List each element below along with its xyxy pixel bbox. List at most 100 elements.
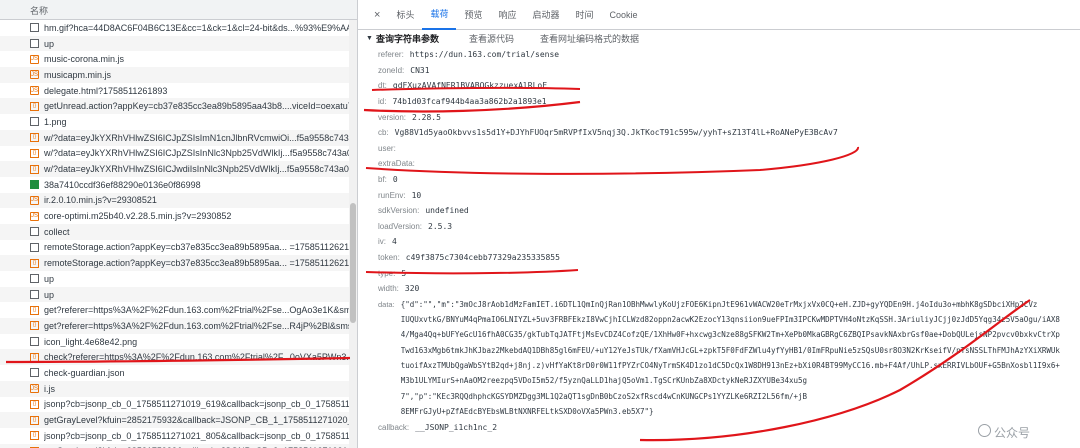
request-row[interactable]: JS delegate.html?1758511261893 bbox=[0, 83, 357, 99]
request-row[interactable]: 1.png bbox=[0, 114, 357, 130]
tab-3[interactable]: 响应 bbox=[490, 0, 524, 30]
request-row[interactable]: {} w/?data=eyJkYXRhVHlwZSI6ICJpZSIsImN1cn… bbox=[0, 129, 357, 146]
request-name: getGrayLevel?kfuin=2852175932&callback=J… bbox=[44, 415, 357, 426]
request-name: ir.2.0.10.min.js?v=29308521 bbox=[44, 195, 157, 206]
img-type-icon bbox=[30, 180, 39, 190]
param-row: user: bbox=[366, 141, 1080, 157]
request-name: w/?data=eyJkYXRhVHlwZSI6ICJpZSIsInNlc3Np… bbox=[44, 148, 357, 159]
request-row[interactable]: remoteStorage.action?appKey=cb37e835cc3e… bbox=[0, 240, 357, 256]
param-key: user: bbox=[378, 143, 396, 153]
request-name: w/?data=eyJkYXRhVHlwZSI6ICJwdiIsInNlc3Np… bbox=[44, 164, 357, 175]
param-row: type: 5 bbox=[366, 265, 1080, 281]
xhr-type-icon: {} bbox=[30, 133, 39, 143]
close-icon[interactable]: × bbox=[366, 9, 388, 21]
request-row[interactable]: {}getGrayLevel?kfuin=2852175932&callback… bbox=[0, 443, 357, 448]
param-value: c49f3875c7304cebb77329a235335855 bbox=[405, 253, 560, 263]
request-row[interactable]: {} check?referer=https%3A%2F%2Fdun.163.co… bbox=[0, 349, 357, 366]
request-list-scrollbar[interactable] bbox=[349, 20, 357, 448]
param-value: __JSONP_i1ch1nc_2 bbox=[415, 422, 498, 432]
request-row[interactable]: icon_light.4e68e42.png bbox=[0, 334, 357, 350]
request-row[interactable]: 38a7410ccdf36ef88290e0136e0f86998 bbox=[0, 177, 357, 193]
request-row[interactable]: JS i.js bbox=[0, 380, 357, 397]
request-row[interactable]: {} remoteStorage.action?appKey=cb37e835cc… bbox=[0, 255, 357, 271]
param-key: extraData: bbox=[378, 159, 415, 169]
query-params-section-header[interactable]: ▼ 查询字符串参数 查看源代码 查看网址编码格式的数据 bbox=[366, 30, 1080, 47]
param-value: gdFXuzAVAfNER1BVABQGkzzuexAlRLoF bbox=[392, 81, 548, 91]
xhr-type-icon: {} bbox=[30, 258, 39, 268]
tab-6[interactable]: Cookie bbox=[602, 0, 646, 30]
request-row[interactable]: {} get?referer=https%3A%2F%2Fdun.163.com%… bbox=[0, 318, 357, 334]
request-row[interactable]: up bbox=[0, 35, 357, 52]
request-row[interactable]: JS ir.2.0.10.min.js?v=29308521 bbox=[0, 192, 357, 209]
request-row[interactable]: collect bbox=[0, 223, 357, 240]
request-row[interactable]: {} jsonp?cb=jsonp_cb_0_1758511271021_805&… bbox=[0, 428, 357, 444]
request-row[interactable]: {}getGrayLevel?kfuin=2852175932&callback… bbox=[0, 412, 357, 428]
request-row[interactable]: JS musicapm.min.js bbox=[0, 67, 357, 83]
expand-triangle-icon[interactable]: ▼ bbox=[366, 35, 373, 42]
request-row[interactable]: hm.gif?hca=44D8AC6F04B6C13E&cc=1&ck=1&cl… bbox=[0, 20, 357, 36]
param-list: referer: https://dun.163.com/trial/sense z… bbox=[366, 47, 1080, 297]
request-name: 38a7410ccdf36ef88290e0136e0f86998 bbox=[44, 179, 201, 190]
param-value: 4 bbox=[392, 237, 397, 247]
request-list-header[interactable]: 名称 bbox=[0, 0, 357, 20]
request-name: musicapm.min.js bbox=[44, 69, 112, 80]
request-row[interactable]: {} w/?data=eyJkYXRhVHlwZSI6ICJpZSIsInNlc3… bbox=[0, 146, 357, 162]
request-name: remoteStorage.action?appKey=cb37e835cc3e… bbox=[44, 258, 357, 269]
view-decoded-link[interactable]: 查看网址编码格式的数据 bbox=[540, 32, 639, 45]
request-row[interactable]: JS core-optimi.m25b40.v2.28.5.min.js?v=29… bbox=[0, 208, 357, 224]
scroll-thumb[interactable] bbox=[350, 203, 356, 323]
tab-0[interactable]: 标头 bbox=[388, 0, 422, 30]
request-row[interactable]: {} get?referer=https%3A%2F%2Fdun.163.com%… bbox=[0, 302, 357, 318]
param-value: 320 bbox=[404, 284, 420, 294]
param-row: iv: 4 bbox=[366, 234, 1080, 250]
data-line: 7","p":"KEc3RQQdhphcKGSYDMZDgg3ML1Q2aQT1… bbox=[400, 391, 808, 401]
request-row[interactable]: up bbox=[0, 271, 357, 287]
request-rows: hm.gif?hca=44D8AC6F04B6C13E&cc=1&ck=1&cl… bbox=[0, 20, 357, 448]
param-key: runEnv: bbox=[378, 190, 406, 200]
request-row[interactable]: JS music-corona.min.js bbox=[0, 51, 357, 67]
request-row[interactable]: up bbox=[0, 286, 357, 303]
param-key: id: bbox=[378, 97, 387, 107]
detail-panel: × 标头 载荷 预览 响应 启动器 时间 Cookie ▼ 查询字符串参数 查看源代码 查看… bbox=[358, 0, 1080, 448]
param-key: token: bbox=[378, 253, 400, 263]
request-name: jsonp?cb=jsonp_cb_0_1758511271021_805&ca… bbox=[44, 430, 357, 441]
param-key: width: bbox=[378, 284, 399, 294]
param-key: zoneId: bbox=[378, 65, 405, 75]
xhr-type-icon: {} bbox=[30, 305, 39, 315]
request-name: 1.png bbox=[44, 116, 67, 127]
script-type-icon: JS bbox=[30, 195, 39, 205]
param-row: sdkVersion: undefined bbox=[366, 203, 1080, 219]
request-name: hm.gif?hca=44D8AC6F04B6C13E&cc=1&ck=1&cl… bbox=[44, 22, 357, 33]
detail-tabs: × 标头 载荷 预览 响应 启动器 时间 Cookie bbox=[358, 0, 1080, 30]
tab-list: 标头 载荷 预览 响应 启动器 时间 Cookie bbox=[388, 0, 645, 30]
param-row: token: c49f3875c7304cebb77329a235335855 bbox=[366, 250, 1080, 266]
xhr-type-icon: {} bbox=[30, 321, 39, 331]
xhr-type-icon: {} bbox=[30, 399, 39, 409]
request-name: core-optimi.m25b40.v2.28.5.min.js?v=2930… bbox=[44, 211, 232, 222]
param-key: bf: bbox=[378, 175, 387, 185]
request-row[interactable]: {} jsonp?cb=jsonp_cb_0_1758511271019_619&… bbox=[0, 397, 357, 413]
xhr-type-icon: {} bbox=[30, 148, 39, 158]
request-row[interactable]: check-guardian.json bbox=[0, 365, 357, 381]
param-row: dt: gdFXuzAVAfNER1BVABQGkzzuexAlRLoF bbox=[366, 78, 1080, 94]
param-value: undefined bbox=[425, 206, 469, 216]
param-value: 74b1d03fcaf944b4aa3a862b2a1893e1 bbox=[392, 97, 547, 107]
param-row: zoneId: CN31 bbox=[366, 63, 1080, 79]
tab-5[interactable]: 时间 bbox=[568, 0, 602, 30]
param-value: https://dun.163.com/trial/sense bbox=[409, 50, 560, 60]
request-row[interactable]: {} getUnread.action?appKey=cb37e835cc3ea8… bbox=[0, 98, 357, 115]
param-value: Vg88V1d5yaoOkbvvs1s5d1Y+DJYhFUOqr5mRVPfI… bbox=[394, 128, 838, 138]
request-row[interactable]: {} w/?data=eyJkYXRhVHlwZSI6ICJwdiIsInNlc3… bbox=[0, 161, 357, 177]
xhr-type-icon: {} bbox=[30, 101, 39, 111]
view-source-link[interactable]: 查看源代码 bbox=[469, 32, 514, 45]
tab-4[interactable]: 启动器 bbox=[525, 0, 568, 30]
param-key: version: bbox=[378, 112, 407, 122]
data-line: 4/Mga4Qq+bUFYeGcU16fhA0CG35/gkTubTqJATFt… bbox=[400, 330, 1060, 340]
param-key: iv: bbox=[378, 237, 386, 247]
tab-1[interactable]: 载荷 bbox=[422, 0, 457, 30]
param-key: referer: bbox=[378, 50, 404, 60]
request-name: icon_light.4e68e42.png bbox=[44, 336, 138, 347]
data-value: {"d":"","m":"3mOcJ8rAob1dMzFamIET.i6DTL1… bbox=[401, 297, 1060, 420]
tab-2[interactable]: 预览 bbox=[456, 0, 490, 30]
request-name: getUnread.action?appKey=cb37e835cc3ea89b… bbox=[44, 101, 357, 112]
